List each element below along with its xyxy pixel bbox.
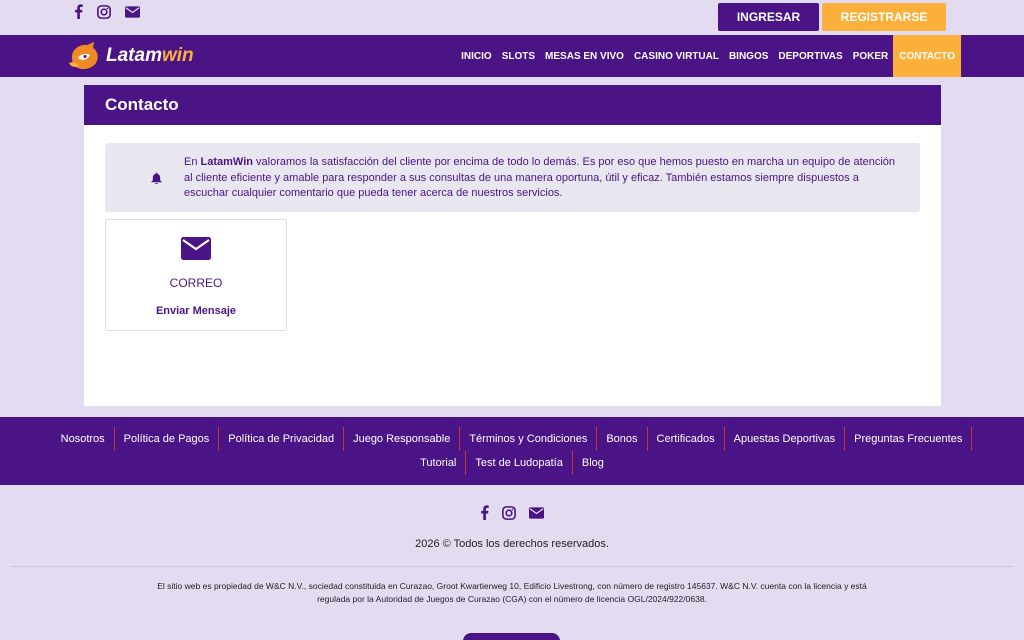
brand-logo[interactable]: Latamwin bbox=[68, 41, 194, 71]
footer-link-juego-responsable[interactable]: Juego Responsable bbox=[344, 427, 461, 451]
nav-item-mesas-en-vivo[interactable]: MESAS EN VIVO bbox=[540, 35, 629, 77]
brand-name: Latamwin bbox=[106, 45, 194, 66]
footer-link-certificados[interactable]: Certificados bbox=[648, 427, 725, 451]
instagram-icon[interactable] bbox=[502, 505, 516, 525]
facebook-icon[interactable] bbox=[74, 4, 83, 19]
nav-item-slots[interactable]: SLOTS bbox=[497, 35, 540, 77]
footer-link-apuestas-deportivas[interactable]: Apuestas Deportivas bbox=[725, 427, 846, 451]
register-button[interactable]: REGISTRARSE bbox=[822, 3, 946, 31]
send-message-link[interactable]: Enviar Mensaje bbox=[106, 305, 286, 317]
nav-item-bingos[interactable]: BINGOS bbox=[724, 35, 773, 77]
social-links-bottom bbox=[0, 505, 1024, 525]
footer-links-row-1: Nosotros Política de Pagos Política de P… bbox=[0, 427, 1024, 451]
facebook-icon[interactable] bbox=[480, 505, 489, 525]
footer-divider bbox=[10, 566, 1014, 567]
footer-link-preguntas-frecuentes[interactable]: Preguntas Frecuentes bbox=[845, 427, 973, 451]
info-notice: En LatamWin valoramos la satisfacción de… bbox=[105, 143, 920, 212]
footer-link-politica-de-pagos[interactable]: Política de Pagos bbox=[115, 427, 220, 451]
copyright-text: 2026 © Todos los derechos reservados. bbox=[415, 538, 609, 550]
bottom-floating-tab[interactable] bbox=[463, 633, 560, 640]
email-contact-box[interactable]: CORREO Enviar Mensaje bbox=[105, 219, 287, 331]
footer-link-nosotros[interactable]: Nosotros bbox=[52, 427, 115, 451]
legal-text: El sitio web es propiedad de W&C N.V., s… bbox=[157, 581, 867, 604]
main-navbar: Latamwin INICIO SLOTS MESAS EN VIVO CASI… bbox=[0, 35, 1024, 77]
notice-text: En LatamWin valoramos la satisfacción de… bbox=[184, 156, 896, 199]
footer-links: Nosotros Política de Pagos Política de P… bbox=[0, 417, 1024, 485]
footer-link-politica-de-privacidad[interactable]: Política de Privacidad bbox=[219, 427, 345, 451]
nav-item-inicio[interactable]: INICIO bbox=[456, 35, 497, 77]
contact-method-label: CORREO bbox=[169, 276, 223, 290]
footer-link-terminos-y-condiciones[interactable]: Términos y Condiciones bbox=[460, 427, 598, 451]
contact-card: Contacto En LatamWin valoramos la satisf… bbox=[84, 85, 941, 406]
social-links-top bbox=[74, 4, 140, 19]
footer-link-bonos[interactable]: Bonos bbox=[597, 427, 648, 451]
footer-link-tutorial[interactable]: Tutorial bbox=[411, 451, 467, 475]
instagram-icon[interactable] bbox=[97, 4, 111, 19]
nav-menu: INICIO SLOTS MESAS EN VIVO CASINO VIRTUA… bbox=[456, 35, 961, 77]
envelope-icon bbox=[181, 237, 211, 265]
footer-link-blog[interactable]: Blog bbox=[573, 451, 613, 475]
envelope-icon[interactable] bbox=[529, 506, 544, 524]
page-title: Contacto bbox=[84, 85, 941, 125]
login-button[interactable]: INGRESAR bbox=[718, 3, 819, 31]
bell-icon bbox=[151, 171, 162, 189]
envelope-icon[interactable] bbox=[125, 5, 140, 18]
footer-link-test-de-ludopatia[interactable]: Test de Ludopatía bbox=[466, 451, 573, 475]
nav-item-poker[interactable]: POKER bbox=[848, 35, 894, 77]
nav-item-contacto[interactable]: CONTACTO bbox=[893, 35, 961, 77]
nav-item-casino-virtual[interactable]: CASINO VIRTUAL bbox=[629, 35, 724, 77]
fox-logo-icon bbox=[69, 42, 98, 70]
top-bar: INGRESAR REGISTRARSE bbox=[0, 0, 1024, 35]
footer-links-row-2: Tutorial Test de Ludopatía Blog bbox=[0, 451, 1024, 475]
nav-item-deportivas[interactable]: DEPORTIVAS bbox=[773, 35, 847, 77]
